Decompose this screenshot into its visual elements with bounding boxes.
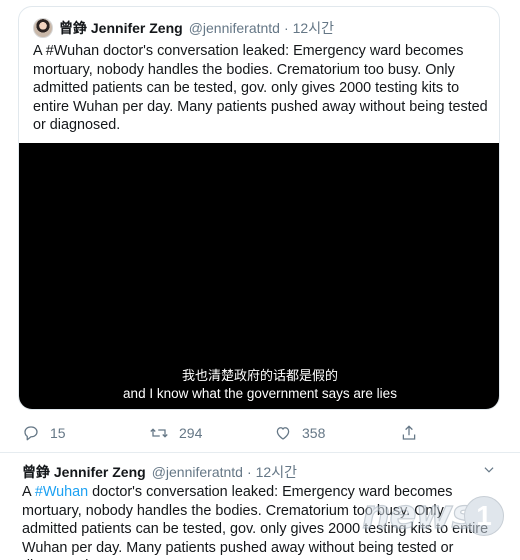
tweet-divider bbox=[0, 452, 520, 453]
tweet-time[interactable]: 12시간 bbox=[293, 18, 334, 38]
video-player[interactable]: 我也清楚政府的话都是假的 and I know what the governm… bbox=[19, 143, 499, 409]
retweet-button[interactable]: 294 bbox=[149, 424, 202, 442]
tweet-text-body: doctor's conversation leaked: Emergency … bbox=[22, 484, 489, 560]
chevron-down-icon bbox=[484, 467, 494, 473]
author-handle[interactable]: @jenniferatntd bbox=[152, 464, 243, 480]
more-options-button[interactable] bbox=[482, 463, 496, 482]
video-subtitle-english: and I know what the government says are … bbox=[123, 386, 397, 401]
quoted-tweet-header: 曾錚 Jennifer Zeng @jenniferatntd · 12시간 bbox=[33, 16, 334, 40]
author-handle[interactable]: @jenniferatntd bbox=[189, 20, 280, 36]
reply-button[interactable]: 15 bbox=[22, 424, 66, 442]
retweet-icon bbox=[150, 428, 168, 438]
share-button[interactable] bbox=[400, 424, 428, 442]
tweet-text: A #Wuhan doctor's conversation leaked: E… bbox=[22, 483, 502, 560]
quoted-tweet-text: A #Wuhan doctor's conversation leaked: E… bbox=[33, 43, 488, 133]
hashtag-link[interactable]: #Wuhan bbox=[35, 484, 88, 500]
reply-icon bbox=[24, 426, 38, 441]
reply-count: 15 bbox=[50, 425, 66, 441]
author-name[interactable]: 曾錚 Jennifer Zeng bbox=[22, 462, 146, 482]
tweet-screen: 曾錚 Jennifer Zeng @jenniferatntd · 12시간 A… bbox=[0, 0, 520, 560]
like-button[interactable]: 358 bbox=[274, 424, 325, 442]
quoted-tweet-card[interactable]: 曾錚 Jennifer Zeng @jenniferatntd · 12시간 A… bbox=[18, 6, 500, 410]
retweet-count: 294 bbox=[179, 425, 203, 441]
separator-dot: · bbox=[246, 464, 252, 480]
separator-dot: · bbox=[283, 20, 289, 36]
tweet-time[interactable]: 12시간 bbox=[256, 462, 297, 482]
like-icon bbox=[276, 427, 290, 440]
like-count: 358 bbox=[302, 425, 326, 441]
video-subtitle-chinese: 我也清楚政府的话都是假的 bbox=[181, 369, 338, 384]
avatar[interactable] bbox=[33, 18, 53, 38]
author-name[interactable]: 曾錚 Jennifer Zeng bbox=[59, 18, 183, 38]
tweet-header: 曾錚 Jennifer Zeng @jenniferatntd · 12시간 bbox=[22, 462, 297, 482]
tweet-text-prefix: A bbox=[22, 484, 35, 500]
share-icon bbox=[402, 425, 416, 440]
tweet-actions: 15 294 358 bbox=[22, 424, 422, 444]
